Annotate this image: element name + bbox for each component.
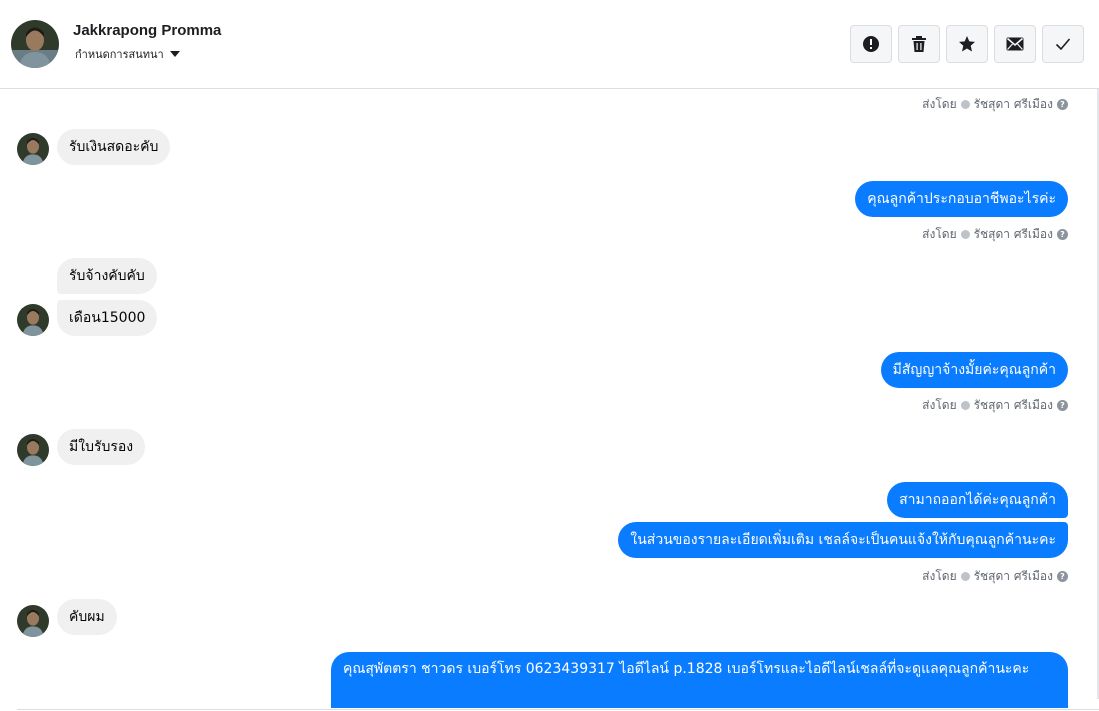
outgoing-message[interactable]: มีสัญญาจ้างมั้ยค่ะคุณลูกค้า bbox=[880, 352, 1068, 388]
done-button[interactable] bbox=[1042, 25, 1084, 63]
sent-by-prefix: ส่งโดย bbox=[922, 227, 957, 241]
outgoing-message[interactable]: คุณลูกค้าประกอบอาชีพอะไรค่ะ bbox=[855, 181, 1068, 217]
star-button[interactable] bbox=[946, 25, 988, 63]
verified-icon bbox=[960, 572, 970, 581]
mark-unread-button[interactable] bbox=[994, 25, 1036, 63]
contact-avatar-small[interactable] bbox=[17, 133, 49, 165]
conversation-toolbar bbox=[850, 25, 1084, 63]
sent-by-meta: ส่งโดย รัชสุดา ศรีเมือง ? bbox=[922, 95, 1068, 114]
chevron-down-icon bbox=[169, 51, 180, 57]
verified-icon bbox=[960, 401, 970, 410]
delete-button[interactable] bbox=[898, 25, 940, 63]
check-icon bbox=[1055, 38, 1071, 51]
sent-by-agent: รัชสุดา ศรีเมือง bbox=[973, 97, 1053, 111]
envelope-icon bbox=[1006, 37, 1024, 51]
incoming-message[interactable]: รับเงินสดอะคับ bbox=[57, 129, 171, 165]
verified-icon bbox=[960, 100, 970, 109]
composer-divider bbox=[17, 709, 1099, 710]
spam-button[interactable] bbox=[850, 25, 892, 63]
sent-by-agent: รัชสุดา ศรีเมือง bbox=[973, 227, 1053, 241]
sent-by-prefix: ส่งโดย bbox=[922, 97, 957, 111]
assign-conversation-dropdown[interactable]: กำหนดการสนทนา bbox=[75, 45, 180, 63]
star-icon bbox=[959, 36, 975, 52]
help-icon[interactable]: ? bbox=[1057, 400, 1068, 411]
verified-icon bbox=[960, 230, 970, 239]
incoming-message[interactable]: เดือน15000 bbox=[57, 300, 158, 336]
message-thread[interactable]: ส่งโดย รัชสุดา ศรีเมือง ? รับเงินสดอะคับ… bbox=[0, 89, 1099, 709]
contact-avatar-small[interactable] bbox=[17, 605, 49, 637]
conversation-header: Jakkrapong Promma กำหนดการสนทนา bbox=[0, 0, 1099, 89]
contact-avatar-small[interactable] bbox=[17, 304, 49, 336]
sent-by-prefix: ส่งโดย bbox=[922, 398, 957, 412]
outgoing-message[interactable]: คุณสุพัตตรา ชาวดร เบอร์โทร 0623439317 ไอ… bbox=[331, 652, 1068, 708]
contact-name[interactable]: Jakkrapong Promma bbox=[73, 22, 221, 39]
outgoing-message[interactable]: สามาถออกได้ค่ะคุณลูกค้า bbox=[887, 482, 1068, 518]
sent-by-agent: รัชสุดา ศรีเมือง bbox=[973, 398, 1053, 412]
help-icon[interactable]: ? bbox=[1057, 571, 1068, 582]
help-icon[interactable]: ? bbox=[1057, 99, 1068, 110]
assign-conversation-label: กำหนดการสนทนา bbox=[75, 48, 164, 61]
incoming-message[interactable]: คับผม bbox=[57, 599, 117, 635]
outgoing-message[interactable]: ในส่วนของรายละเอียดเพิ่มเติม เชลล์จะเป็น… bbox=[618, 522, 1068, 558]
sent-by-prefix: ส่งโดย bbox=[922, 569, 957, 583]
sent-by-meta: ส่งโดย รัชสุดา ศรีเมือง ? bbox=[922, 567, 1068, 586]
sent-by-meta: ส่งโดย รัชสุดา ศรีเมือง ? bbox=[922, 225, 1068, 244]
incoming-message[interactable]: รับจ้างคับคับ bbox=[57, 258, 157, 294]
sent-by-meta: ส่งโดย รัชสุดา ศรีเมือง ? bbox=[922, 396, 1068, 415]
alert-icon bbox=[863, 36, 879, 52]
help-icon[interactable]: ? bbox=[1057, 229, 1068, 240]
contact-avatar[interactable] bbox=[11, 20, 59, 68]
trash-icon bbox=[912, 36, 926, 52]
sent-by-agent: รัชสุดา ศรีเมือง bbox=[973, 569, 1053, 583]
incoming-message[interactable]: มีใบรับรอง bbox=[57, 429, 146, 465]
contact-avatar-small[interactable] bbox=[17, 434, 49, 466]
